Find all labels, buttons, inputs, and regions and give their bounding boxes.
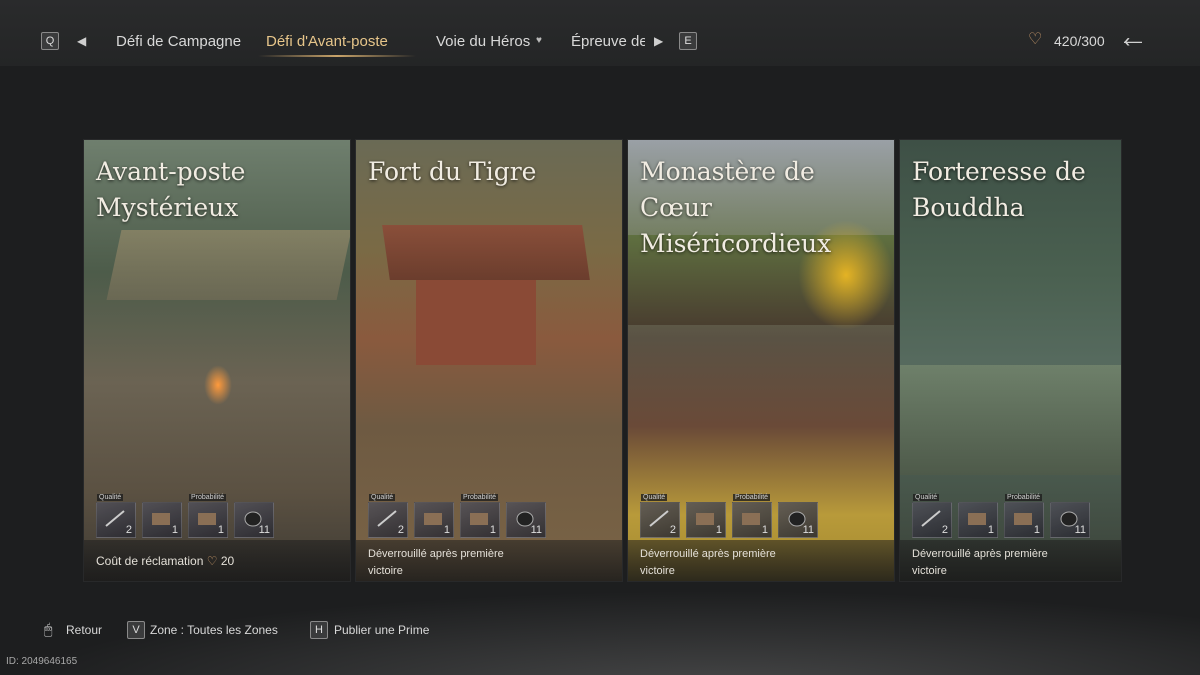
heart-currency-icon: ♡ <box>1028 31 1043 48</box>
spear-icon <box>377 510 397 527</box>
chest-icon <box>696 513 714 525</box>
outpost-card-tiger-fort[interactable]: Fort du Tigre Qualité 2 1 Probabilité 1 11… <box>356 140 622 581</box>
chest-icon <box>968 513 986 525</box>
tab-trial[interactable]: Épreuve de <box>571 33 645 50</box>
outpost-card-mysterious[interactable]: Avant-poste Mystérieux Qualité 2 1 Probabi… <box>84 140 350 581</box>
reward-slot[interactable]: Probabilité 1 <box>1004 494 1044 538</box>
card-title: Avant-poste Mystérieux <box>96 157 246 222</box>
reward-slot[interactable]: Probabilité 1 <box>732 494 772 538</box>
chest-icon <box>424 513 442 525</box>
reward-slot[interactable]: Qualité 2 <box>96 494 136 538</box>
heart-cost-icon: ♡ <box>206 554 218 568</box>
active-tab-underline <box>258 55 416 57</box>
reward-slot[interactable]: 11 <box>1050 502 1090 538</box>
reward-slot[interactable]: 11 <box>778 502 818 538</box>
mouse-icon: 🖱 <box>44 621 53 637</box>
reward-slot[interactable]: 1 <box>414 502 454 538</box>
outpost-card-buddha-fortress[interactable]: Forteresse de Bouddha Qualité 2 1 Probabil… <box>900 140 1121 581</box>
chest-icon <box>470 513 488 525</box>
tab-trial-clip[interactable]: Épreuve de <box>571 30 645 54</box>
tab-outpost-challenge[interactable]: Défi d'Avant-poste <box>266 33 388 50</box>
spear-icon <box>649 510 669 527</box>
zone-filter-hint[interactable]: Zone : Toutes les Zones <box>150 623 278 637</box>
back-hint[interactable]: Retour <box>66 623 102 637</box>
tab-next-arrow-icon[interactable]: ▶ <box>654 34 663 48</box>
spear-icon <box>921 510 941 527</box>
thatched-roof-illustration <box>106 230 350 300</box>
card-title: Forteresse de Bouddha <box>912 157 1086 222</box>
reward-slot[interactable]: 11 <box>506 502 546 538</box>
campfire-illustration <box>204 365 232 405</box>
unlock-condition: Déverrouillé après première victoire <box>640 548 776 577</box>
back-arrow-icon[interactable]: ‹‹‹— <box>1124 31 1142 52</box>
outpost-card-compassion-monastery[interactable]: Monastère de Cœur Miséricordieux Qualité 2… <box>628 140 894 581</box>
tab-campaign-challenge[interactable]: Défi de Campagne <box>116 33 241 50</box>
key-hint-v[interactable]: V <box>127 621 145 639</box>
currency-counter: 420/300 <box>1054 33 1105 49</box>
unlock-condition: Déverrouillé après première victoire <box>368 548 504 577</box>
heart-badge-icon: ♥ <box>536 35 542 46</box>
temple-wall-illustration <box>416 280 536 365</box>
card-title: Monastère de Cœur Miséricordieux <box>640 157 832 258</box>
chest-icon <box>742 513 760 525</box>
unlock-condition: Déverrouillé après première victoire <box>912 548 1048 577</box>
card-title: Fort du Tigre <box>368 157 537 186</box>
chest-icon <box>1014 513 1032 525</box>
chest-icon <box>152 513 170 525</box>
key-hint-q[interactable]: Q <box>41 32 59 50</box>
player-id: ID: 2049646165 <box>6 656 78 667</box>
reward-slot[interactable]: Probabilité 1 <box>460 494 500 538</box>
reward-slot[interactable]: Qualité 2 <box>640 494 680 538</box>
tiled-roof-illustration <box>900 365 1121 475</box>
key-hint-h[interactable]: H <box>310 621 328 639</box>
claim-cost: Coût de réclamation ♡ 20 <box>96 554 235 568</box>
publish-bounty-hint[interactable]: Publier une Prime <box>334 623 429 637</box>
pagoda-roof-illustration <box>382 225 590 280</box>
reward-slot[interactable]: Qualité 2 <box>368 494 408 538</box>
tab-prev-arrow-icon[interactable]: ◀ <box>77 34 86 48</box>
spear-icon <box>105 510 125 527</box>
reward-slot[interactable]: 1 <box>142 502 182 538</box>
reward-slot[interactable]: 11 <box>234 502 274 538</box>
reward-slot[interactable]: 1 <box>686 502 726 538</box>
chest-icon <box>198 513 216 525</box>
reward-slot[interactable]: 1 <box>958 502 998 538</box>
reward-slot[interactable]: Probabilité 1 <box>188 494 228 538</box>
reward-slot[interactable]: Qualité 2 <box>912 494 952 538</box>
tab-hero-path[interactable]: Voie du Héros <box>436 33 530 50</box>
key-hint-e[interactable]: E <box>679 32 697 50</box>
